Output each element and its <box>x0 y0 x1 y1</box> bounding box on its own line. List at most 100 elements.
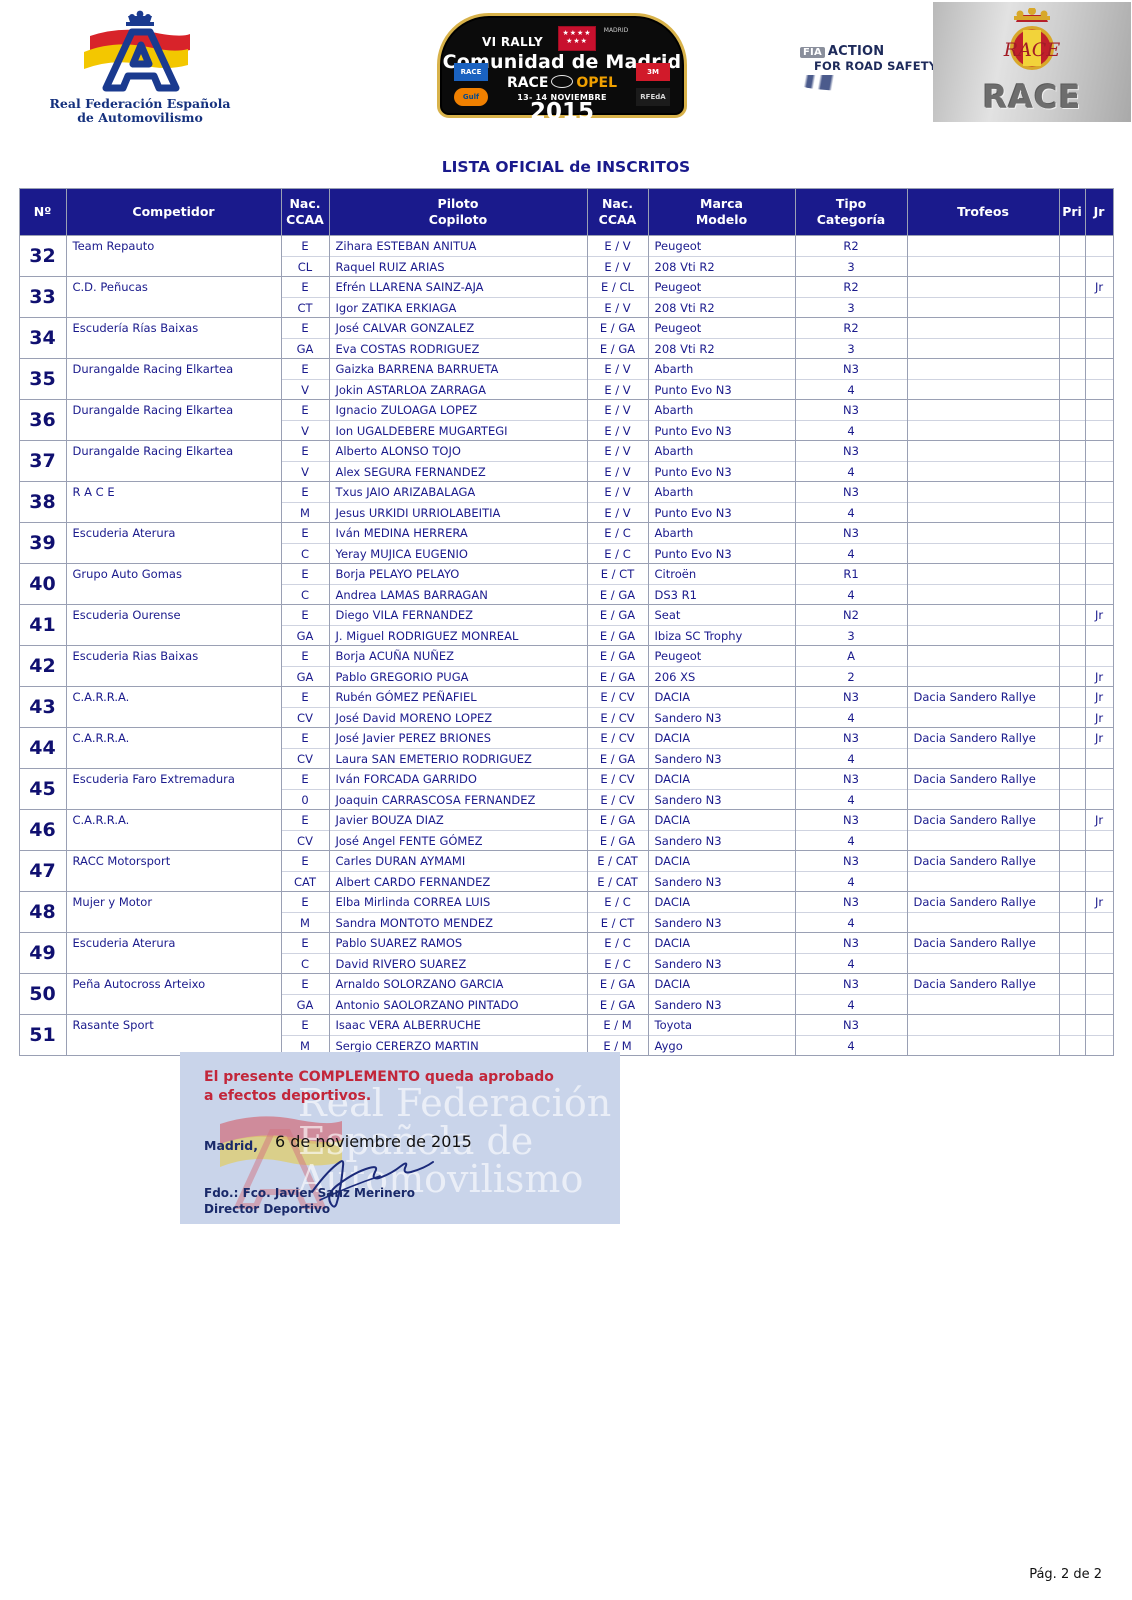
cell-marca-modelo: Abarth Punto Evo N3 <box>647 440 796 482</box>
cell-pri <box>1058 973 1086 1015</box>
tipo-value: R1 <box>795 564 907 585</box>
nac-copiloto-code: E / GA <box>599 341 636 356</box>
copiloto-name: David RIVERO SUAREZ <box>335 956 467 971</box>
tipo-value: N2 <box>795 605 907 626</box>
pri-line1 <box>1059 933 1085 954</box>
categoria-value: 4 <box>847 997 855 1012</box>
piloto-name: Pablo SUAREZ RAMOS <box>329 933 587 954</box>
cell-trofeos: Dacia Sandero Rallye <box>906 686 1060 728</box>
jr-line1: Jr <box>1085 277 1113 298</box>
cell-tipo-categoria: R1 4 <box>794 563 908 605</box>
nac-ccaa-piloto-code: E <box>281 810 329 831</box>
modelo-name: Aygo <box>654 1038 683 1053</box>
copiloto-name: Andrea LAMAS BARRAGAN <box>335 587 488 602</box>
nac-piloto-code: E / V <box>587 400 648 421</box>
trofeo-line2 <box>908 913 1059 933</box>
jr-line2 <box>1086 995 1113 1015</box>
cell-piloto-copiloto: Efrén LLARENA SAINZ-AJA Igor ZATIKA ERKIA… <box>328 276 588 318</box>
piloto-name: Iván FORCADA GARRIDO <box>329 769 587 790</box>
nac-piloto-code: E / GA <box>587 605 648 626</box>
cell-nac-ccaa-piloto: E / GA E / GA <box>586 645 649 687</box>
pri-line2 <box>1060 421 1085 441</box>
cell-competidor: Escuderia Rias Baixas <box>65 645 282 687</box>
jr-line2 <box>1086 257 1113 277</box>
cell-pri <box>1058 727 1086 769</box>
copiloto-name: Antonio SAOLORZANO PINTADO <box>335 997 519 1012</box>
table-row: 47 RACC Motorsport E CAT Carles DURAN AYMAMI… <box>18 850 1114 892</box>
cell-pri <box>1058 809 1086 851</box>
nac-piloto-code: E / C <box>587 523 648 544</box>
cell-piloto-copiloto: Txus JAIO ARIZABALAGA Jesus URKIDI URRIOL… <box>328 481 588 523</box>
jr-line1 <box>1085 523 1113 544</box>
categoria-value: 2 <box>847 669 855 684</box>
pri-line1 <box>1059 769 1085 790</box>
rally-edition-label: VI RALLY <box>482 35 543 49</box>
cell-nac-ccaa-piloto: E / V E / V <box>586 399 649 441</box>
trofeo-line2 <box>908 339 1059 359</box>
cell-nac-ccaa-competidor: E CAT <box>280 850 330 892</box>
nac-piloto-code: E / M <box>587 1015 648 1036</box>
jr-line2 <box>1086 298 1113 318</box>
jr-line2 <box>1086 503 1113 523</box>
marca-name: Seat <box>648 605 795 626</box>
piloto-name: Rubén GÓMEZ PEÑAFIEL <box>329 687 587 708</box>
competidor-blank <box>67 707 281 727</box>
marca-name: Abarth <box>648 441 795 462</box>
page-header: Real Federación Española de Automovilism… <box>0 0 1132 140</box>
nac-ccaa-piloto-code: E <box>281 400 329 421</box>
cell-competidor: C.D. Peñucas <box>65 276 282 318</box>
cell-trofeos <box>906 276 1060 318</box>
cell-trofeos <box>906 399 1060 441</box>
competidor-blank <box>67 871 281 891</box>
nac-ccaa-piloto-code: E <box>281 646 329 667</box>
categoria-value: 4 <box>847 382 855 397</box>
cell-numero: 43 <box>18 686 67 728</box>
trofeo-line2 <box>908 585 1059 605</box>
cell-nac-ccaa-competidor: E CT <box>280 276 330 318</box>
modelo-name: DS3 R1 <box>654 587 697 602</box>
trofeo-line1: Dacia Sandero Rallye <box>907 769 1059 790</box>
cell-jr <box>1084 358 1114 400</box>
competidor-name: Escuderia Ourense <box>72 608 181 622</box>
col-header-categoria-sub: Categoría <box>816 212 886 227</box>
modelo-name: Sandero N3 <box>654 997 722 1012</box>
jr-line2: Jr <box>1094 710 1104 725</box>
cell-numero: 44 <box>18 727 67 769</box>
pri-line1 <box>1059 277 1085 298</box>
cell-nac-ccaa-competidor: EV <box>280 399 330 441</box>
nac-ccaa-piloto-code: E <box>281 359 329 380</box>
cell-tipo-categoria: N3 4 <box>794 440 908 482</box>
pri-line2 <box>1060 585 1085 605</box>
cell-piloto-copiloto: Pablo SUAREZ RAMOS David RIVERO SUAREZ <box>328 932 588 974</box>
competidor-name: Rasante Sport <box>72 1018 154 1032</box>
marca-name: Peugeot <box>648 236 795 257</box>
nac-piloto-code: E / CL <box>587 277 648 298</box>
nac-copiloto-code: E / V <box>604 464 631 479</box>
col-header-trofeos: Trofeos <box>906 188 1060 236</box>
cell-nac-ccaa-piloto: E / GA E / GA <box>586 317 649 359</box>
nac-ccaa-piloto-code: E <box>281 441 329 462</box>
rfeda-logo: Real Federación Española de Automovilism… <box>42 10 238 130</box>
competidor-name: Peña Autocross Arteixo <box>72 977 206 991</box>
piloto-name: Alberto ALONSO TOJO <box>329 441 587 462</box>
tipo-value: R2 <box>795 277 907 298</box>
jr-line2 <box>1086 954 1113 974</box>
table-header-row: Nº Competidor Nac. CCAA Piloto Copiloto … <box>18 188 1114 236</box>
competidor-blank <box>67 789 281 809</box>
cell-jr <box>1084 768 1114 810</box>
competidor-name: C.A.R.R.A. <box>72 690 130 704</box>
cell-piloto-copiloto: Gaizka BARRENA BARRUETA Jokin ASTARLOA ZA… <box>328 358 588 400</box>
nac-copiloto-code: E / GA <box>599 669 636 684</box>
marca-name: DACIA <box>648 933 795 954</box>
cell-jr: Jr <box>1084 727 1114 769</box>
nac-ccaa-piloto-code: E <box>281 564 329 585</box>
tipo-value: R2 <box>795 318 907 339</box>
trofeo-line1: Dacia Sandero Rallye <box>907 933 1059 954</box>
stamp-approval-line2: a efectos deportivos. <box>204 1087 372 1104</box>
cell-nac-ccaa-competidor: EV <box>280 358 330 400</box>
badge-3m-icon: 3M <box>636 63 670 81</box>
table-row: 42 Escuderia Rias Baixas E GA Borja ACUÑA NU… <box>18 645 1114 687</box>
cell-nac-ccaa-piloto: E / ME / M <box>586 1014 649 1056</box>
cell-numero: 49 <box>18 932 67 974</box>
cell-tipo-categoria: N3 4 <box>794 932 908 974</box>
